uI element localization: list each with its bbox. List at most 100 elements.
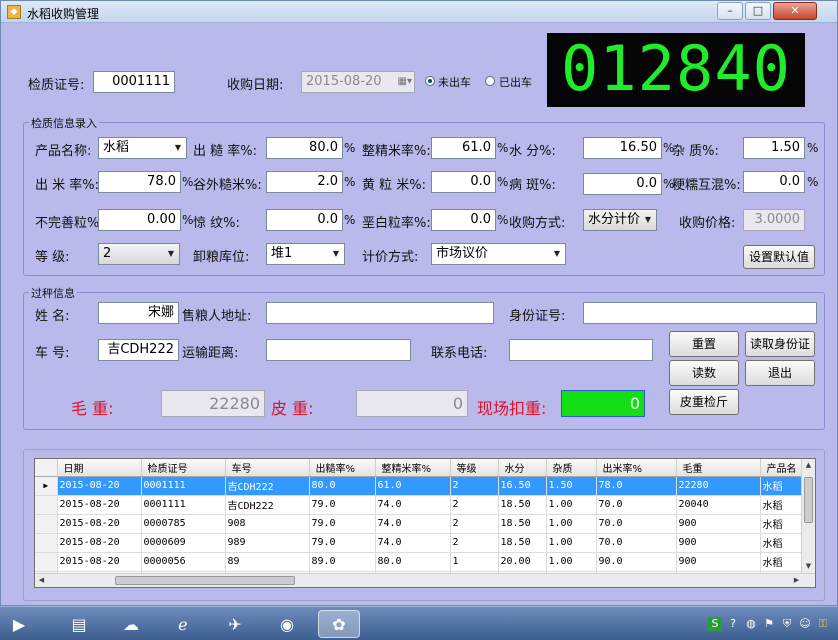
current-row-indicator-icon[interactable]: ▶ xyxy=(35,476,58,496)
yield-input[interactable]: 78.0 xyxy=(98,171,181,193)
table-cell[interactable]: 18.50 xyxy=(498,495,547,515)
read-id-button[interactable]: 读取身份证 xyxy=(745,331,815,357)
vertical-scrollbar[interactable]: ▲ ▼ xyxy=(801,459,815,573)
tray-lock-icon[interactable]: ⚿ xyxy=(816,617,830,631)
tray-shield-icon[interactable]: ⛨ xyxy=(780,617,794,631)
baidu-cloud-icon[interactable]: ☁ xyxy=(110,610,152,638)
table-cell[interactable]: 900 xyxy=(676,552,761,572)
tray-network-icon[interactable]: ◍ xyxy=(744,617,758,631)
table-cell[interactable]: 1.00 xyxy=(546,552,597,572)
table-cell[interactable]: 2015-08-20 xyxy=(57,476,142,496)
table-cell[interactable]: 0001111 xyxy=(141,495,226,515)
table-cell[interactable]: 89.0 xyxy=(309,552,376,572)
table-cell[interactable]: 1.00 xyxy=(546,533,597,553)
tray-user-icon[interactable]: ☺ xyxy=(798,617,812,631)
bird-app-icon[interactable]: ✈ xyxy=(214,610,256,638)
file-manager-icon[interactable]: ▤ xyxy=(58,610,100,638)
table-cell[interactable]: 0000785 xyxy=(141,514,226,534)
column-header[interactable]: 出米率% xyxy=(596,459,677,477)
disease-input[interactable]: 0.0 xyxy=(583,173,662,195)
tare-weigh-button[interactable]: 皮重检斤 xyxy=(669,389,739,415)
table-cell[interactable]: 1.50 xyxy=(546,476,597,496)
column-header[interactable]: 杂质 xyxy=(546,459,597,477)
exit-button[interactable]: 退出 xyxy=(745,360,815,386)
grade-select[interactable]: 2 ▼ xyxy=(98,243,180,265)
table-cell[interactable]: 水稻 xyxy=(760,476,804,496)
table-cell[interactable]: 70.0 xyxy=(596,514,677,534)
table-row[interactable]: 2015-08-20 0001111 吉CDH222 79.0 74.0 2 18.50 1.… xyxy=(35,495,804,515)
table-cell[interactable]: 16.50 xyxy=(498,476,547,496)
gross-input[interactable]: 22280 xyxy=(161,390,265,417)
table-cell[interactable]: 2015-08-20 xyxy=(57,495,142,515)
column-header[interactable]: 出糙率% xyxy=(309,459,376,477)
tray-help-icon[interactable]: ? xyxy=(726,617,740,631)
table-cell[interactable]: 20.00 xyxy=(498,552,547,572)
column-header[interactable]: 产品名 xyxy=(760,459,804,477)
calendar-icon[interactable]: ▦▾ xyxy=(398,72,412,92)
scroll-left-icon[interactable]: ◀ xyxy=(35,574,48,587)
table-row[interactable]: 2015-08-20 0000609 989 79.0 74.0 2 18.50 1.00 70… xyxy=(35,533,804,553)
mix-input[interactable]: 0.0 xyxy=(743,171,805,193)
table-cell[interactable]: 89 xyxy=(225,552,310,572)
records-table[interactable]: 日期 检质证号 车号 出糙率% 整精米率% 等级 水分 杂质 出米率% 毛重 产品名 ▶ 2015-0… xyxy=(34,458,816,588)
table-cell[interactable]: 989 xyxy=(225,533,310,553)
read-scale-button[interactable]: 读数 xyxy=(669,360,739,386)
maximize-button[interactable]: □ xyxy=(745,2,771,20)
horizontal-scrollbar[interactable]: ◀ ▶ xyxy=(35,573,815,587)
radio-out[interactable] xyxy=(485,76,495,86)
table-cell[interactable]: 79.0 xyxy=(309,495,376,515)
table-cell[interactable]: 70.0 xyxy=(596,533,677,553)
car-input[interactable]: 吉CDH222 xyxy=(98,339,179,361)
table-cell[interactable]: 1.00 xyxy=(546,495,597,515)
table-cell[interactable]: 2015-08-20 xyxy=(57,533,142,553)
tray-flag-icon[interactable]: ⚑ xyxy=(762,617,776,631)
addr-input[interactable] xyxy=(266,302,494,324)
water-input[interactable]: 16.50 xyxy=(583,137,662,159)
table-cell[interactable]: 79.0 xyxy=(309,514,376,534)
yellow-input[interactable]: 0.0 xyxy=(431,171,496,193)
table-cell[interactable]: 61.0 xyxy=(375,476,451,496)
row-header[interactable] xyxy=(35,514,58,534)
tray-s-icon[interactable]: S xyxy=(708,617,722,631)
table-cell[interactable]: 22280 xyxy=(676,476,761,496)
table-cell[interactable]: 水稻 xyxy=(760,514,804,534)
column-header[interactable]: 毛重 xyxy=(676,459,761,477)
scroll-right-icon[interactable]: ▶ xyxy=(790,574,803,587)
cert-input[interactable]: 0001111 xyxy=(93,71,175,93)
table-cell[interactable]: 2015-08-20 xyxy=(57,514,142,534)
table-cell[interactable]: 74.0 xyxy=(375,495,451,515)
set-default-button[interactable]: 设置默认值 xyxy=(743,245,815,269)
table-cell[interactable]: 74.0 xyxy=(375,533,451,553)
paint-app-icon[interactable]: ◉ xyxy=(266,610,308,638)
windows-media-icon[interactable]: ▶ xyxy=(4,610,34,638)
grain-app-icon[interactable]: ✿ xyxy=(318,610,360,638)
table-row[interactable]: 2015-08-20 0000056 89 89.0 80.0 1 20.00 1.00 90.… xyxy=(35,552,804,572)
table-row[interactable]: ▶ 2015-08-20 0001111 吉CDH222 80.0 61.0 2 16.50 1… xyxy=(35,476,804,496)
dist-input[interactable] xyxy=(266,339,411,361)
table-cell[interactable]: 水稻 xyxy=(760,552,804,572)
table-cell[interactable]: 90.0 xyxy=(596,552,677,572)
impurity-input[interactable]: 1.50 xyxy=(743,137,805,159)
whole-input[interactable]: 61.0 xyxy=(431,137,496,159)
row-header[interactable] xyxy=(35,552,58,572)
table-cell[interactable]: 80.0 xyxy=(375,552,451,572)
table-cell[interactable]: 水稻 xyxy=(760,495,804,515)
date-picker[interactable]: 2015-08-20 ▦▾ xyxy=(301,71,415,93)
table-cell[interactable]: 80.0 xyxy=(309,476,376,496)
close-button[interactable]: ✕ xyxy=(773,2,817,20)
table-cell[interactable]: 0000056 xyxy=(141,552,226,572)
table-cell[interactable]: 水稻 xyxy=(760,533,804,553)
column-header[interactable]: 等级 xyxy=(450,459,499,477)
deduct-input[interactable]: 0 xyxy=(561,390,645,417)
column-header[interactable]: 检质证号 xyxy=(141,459,226,477)
tare-input[interactable]: 0 xyxy=(356,390,468,417)
column-header[interactable]: 水分 xyxy=(498,459,547,477)
row-header[interactable] xyxy=(35,533,58,553)
scroll-down-icon[interactable]: ▼ xyxy=(802,560,815,573)
table-cell[interactable]: 0000609 xyxy=(141,533,226,553)
name-input[interactable]: 宋娜 xyxy=(98,302,179,324)
table-cell[interactable]: 1.00 xyxy=(546,514,597,534)
table-cell[interactable]: 18.50 xyxy=(498,533,547,553)
table-cell[interactable]: 74.0 xyxy=(375,514,451,534)
table-cell[interactable]: 2 xyxy=(450,495,499,515)
